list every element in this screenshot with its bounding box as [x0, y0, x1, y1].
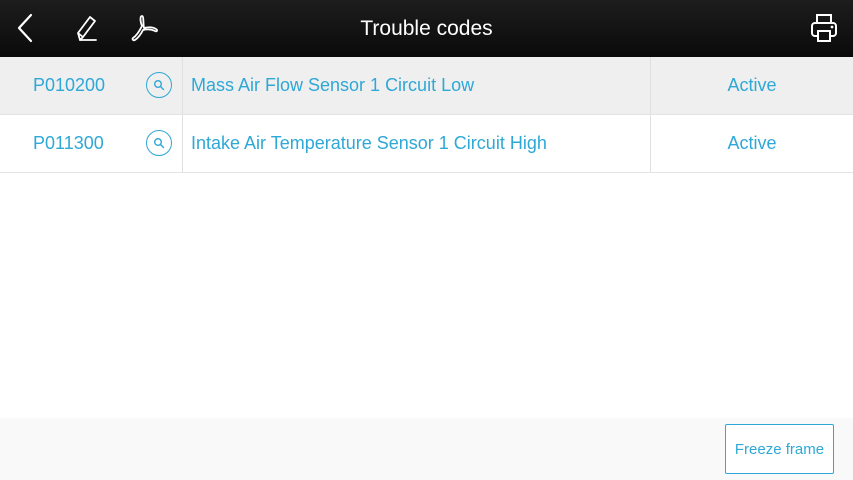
print-button[interactable] — [806, 10, 842, 46]
trouble-code-table: P010200 Mass Air Flow Sensor 1 Circuit L… — [0, 57, 853, 173]
freeze-frame-button[interactable]: Freeze frame — [725, 424, 834, 474]
lookup-button[interactable] — [146, 130, 172, 156]
lookup-button[interactable] — [146, 72, 172, 98]
edit-button[interactable] — [68, 10, 104, 46]
column-divider — [182, 115, 183, 172]
table-row[interactable]: P011300 Intake Air Temperature Sensor 1 … — [0, 115, 853, 173]
edit-icon — [77, 16, 97, 41]
pdf-button[interactable] — [126, 10, 162, 46]
bottom-toolbar: Freeze frame — [0, 418, 853, 480]
table-row[interactable]: P010200 Mass Air Flow Sensor 1 Circuit L… — [0, 57, 853, 115]
dtc-code: P011300 — [33, 133, 104, 153]
dtc-status: Active — [727, 133, 777, 153]
back-icon — [17, 13, 33, 43]
dtc-code: P010200 — [33, 75, 106, 95]
search-icon — [154, 138, 165, 149]
pdf-icon — [131, 15, 158, 42]
search-icon — [154, 80, 165, 91]
top-bar: Trouble codes — [0, 0, 853, 57]
dtc-status: Active — [727, 75, 777, 95]
column-divider — [182, 57, 183, 114]
back-button[interactable] — [8, 10, 44, 46]
app-window: Trouble codes P010200 Mass Air Flow Sens… — [0, 0, 853, 480]
dtc-description: Mass Air Flow Sensor 1 Circuit Low — [191, 75, 475, 95]
print-icon — [811, 14, 837, 42]
dtc-description: Intake Air Temperature Sensor 1 Circuit … — [191, 133, 547, 153]
